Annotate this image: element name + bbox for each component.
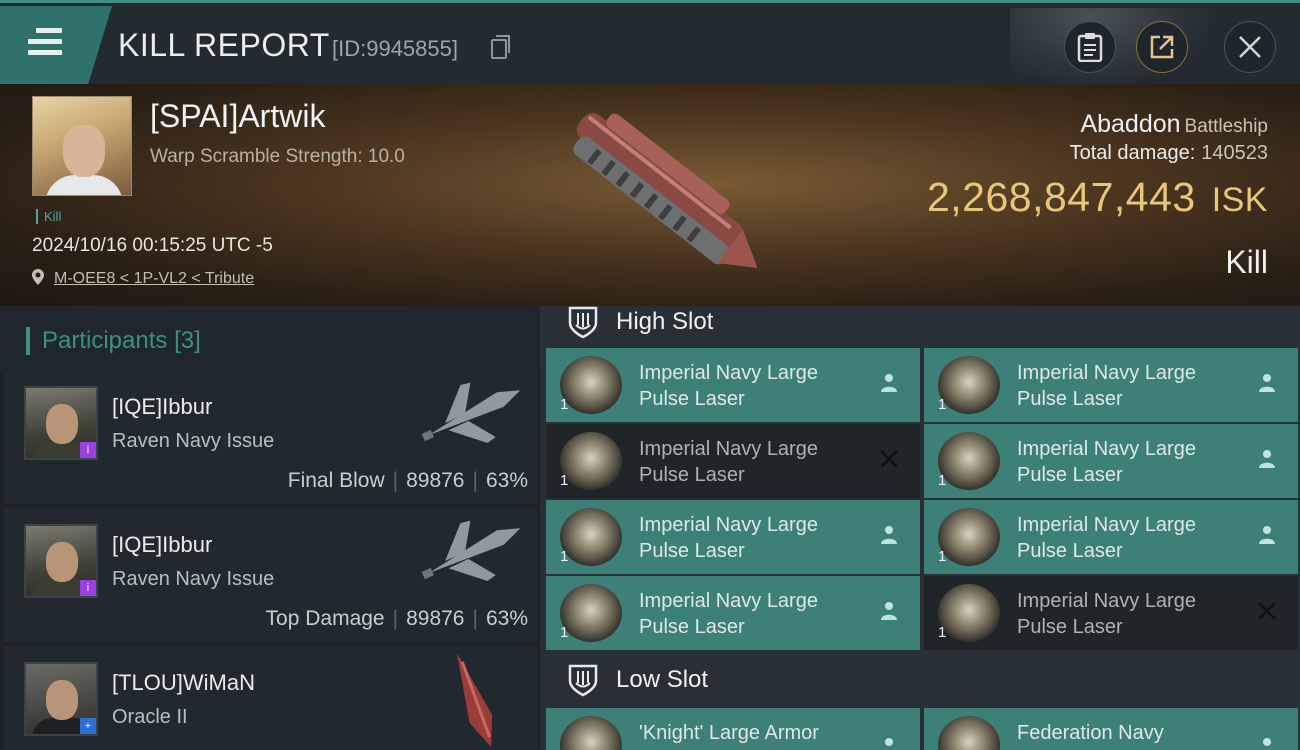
share-icon xyxy=(1150,35,1174,59)
dropped-person-icon xyxy=(881,374,897,392)
participant-row[interactable]: + [TLOU]WiMaN Oracle II xyxy=(4,646,538,750)
kill-tag: Kill xyxy=(36,209,61,224)
low-slot-module[interactable]: 'Knight' Large Armor xyxy=(546,708,920,750)
armor-module-icon xyxy=(938,716,1000,750)
pulse-laser-icon xyxy=(938,432,1000,490)
pulse-laser-icon xyxy=(560,432,622,490)
warp-scramble-strength: Warp Scramble Strength: 10.0 xyxy=(150,146,405,167)
kill-timestamp: 2024/10/16 00:15:25 UTC -5 xyxy=(32,235,273,256)
participant-avatar: + xyxy=(24,662,98,736)
victim-ship-image xyxy=(573,113,758,268)
high-slot-module[interactable]: 1 Imperial Navy Large Pulse Laser xyxy=(546,500,920,574)
participant-ship: Raven Navy Issue xyxy=(112,568,275,590)
participant-ship-image xyxy=(421,382,521,444)
top-bar: KILL REPORT [ID:9945855] xyxy=(0,0,1300,87)
close-icon xyxy=(1239,36,1261,58)
dropped-person-icon xyxy=(881,526,897,544)
high-slot-module[interactable]: 1 Imperial Navy Large Pulse Laser xyxy=(546,576,920,650)
clipboard-icon xyxy=(1077,33,1103,62)
hamburger-icon xyxy=(28,28,62,61)
high-slot-module[interactable]: 1 Imperial Navy Large Pulse Laser xyxy=(546,424,920,498)
menu-button[interactable] xyxy=(0,6,112,87)
isk-value: 2,268,847,443 ISK xyxy=(926,174,1268,220)
participants-header: Participants [3] xyxy=(0,306,540,370)
dropped-person-icon xyxy=(1259,450,1275,468)
participant-avatar: i xyxy=(24,386,98,460)
low-slot-module[interactable]: Federation Navy xyxy=(924,708,1298,750)
participant-name: [IQE]Ibbur xyxy=(112,394,213,419)
pulse-laser-icon xyxy=(938,356,1000,414)
dropped-person-icon xyxy=(1259,374,1275,392)
pulse-laser-icon xyxy=(560,356,622,414)
kill-location-link[interactable]: M-OEE8 < 1P-VL2 < Tribute xyxy=(54,270,254,288)
destroyed-x-icon xyxy=(880,450,898,468)
low-slot-header: Low Slot xyxy=(546,660,1298,700)
participant-stats: Final Blow | 89876 | 63% xyxy=(287,469,528,492)
high-slot-icon xyxy=(568,306,598,339)
low-slot-icon xyxy=(568,664,598,697)
copy-icon[interactable] xyxy=(491,35,510,59)
participant-name: [TLOU]WiMaN xyxy=(112,670,255,695)
participant-row[interactable]: i [IQE]Ibbur Raven Navy Issue Top Damage… xyxy=(4,508,538,642)
pulse-laser-icon xyxy=(560,508,622,566)
report-id: [ID:9945855] xyxy=(332,36,458,61)
participant-ship-image xyxy=(456,653,493,747)
victim-name[interactable]: [SPAI]Artwik xyxy=(150,98,325,135)
clipboard-button[interactable] xyxy=(1064,21,1116,73)
high-slot-module[interactable]: 1 Imperial Navy Large Pulse Laser xyxy=(924,576,1298,650)
pulse-laser-icon xyxy=(938,508,1000,566)
pulse-laser-icon xyxy=(560,584,622,642)
participant-ship: Oracle II xyxy=(112,706,188,728)
fitting-panel: High Slot 1 Imperial Navy Large Pulse Las… xyxy=(540,306,1300,750)
participant-avatar: i xyxy=(24,524,98,598)
participants-count: [3] xyxy=(174,327,201,354)
dropped-person-icon xyxy=(1259,526,1275,544)
participants-panel: Participants [3] i [IQE]Ibbur Raven Navy… xyxy=(0,306,540,750)
participant-stats: Top Damage | 89876 | 63% xyxy=(265,607,528,630)
high-slot-module[interactable]: 1 Imperial Navy Large Pulse Laser xyxy=(924,348,1298,422)
high-slot-module[interactable]: 1 Imperial Navy Large Pulse Laser xyxy=(546,348,920,422)
destroyed-x-icon xyxy=(1258,602,1276,620)
corp-badge-icon: i xyxy=(80,580,96,596)
participant-ship-image xyxy=(421,520,521,582)
dropped-person-icon xyxy=(885,738,893,746)
close-button[interactable] xyxy=(1224,21,1276,73)
participants-label: Participants xyxy=(42,327,168,354)
high-slot-module[interactable]: 1 Imperial Navy Large Pulse Laser xyxy=(924,500,1298,574)
participant-ship: Raven Navy Issue xyxy=(112,430,275,452)
share-button[interactable] xyxy=(1136,21,1188,73)
victim-banner: [SPAI]Artwik Warp Scramble Strength: 10.… xyxy=(0,84,1300,306)
high-slot-module[interactable]: 1 Imperial Navy Large Pulse Laser xyxy=(924,424,1298,498)
participant-name: [IQE]Ibbur xyxy=(112,532,213,557)
total-damage: Total damage: 140523 xyxy=(1069,142,1268,164)
kill-result: Kill xyxy=(1225,244,1268,280)
location-pin-icon xyxy=(32,269,44,285)
corp-badge-icon: i xyxy=(80,442,96,458)
pulse-laser-icon xyxy=(938,584,1000,642)
dropped-person-icon xyxy=(881,602,897,620)
dropped-person-icon xyxy=(1263,738,1271,746)
high-slot-header: High Slot xyxy=(546,302,1298,342)
armor-module-icon xyxy=(560,716,622,750)
corp-badge-icon: + xyxy=(80,718,96,734)
victim-ship-name[interactable]: Abaddon Battleship xyxy=(1080,110,1268,139)
page-title: KILL REPORT xyxy=(118,27,330,63)
victim-portrait[interactable] xyxy=(32,96,132,196)
participant-row[interactable]: i [IQE]Ibbur Raven Navy Issue Final Blow… xyxy=(4,370,538,504)
